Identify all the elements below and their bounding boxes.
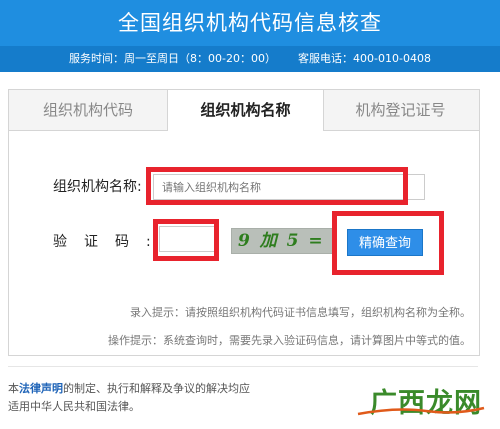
hotline: 客服电话：400-010-0408 xyxy=(298,52,431,65)
footer-divider xyxy=(8,366,478,367)
tab-bar: 组织机构代码 组织机构名称 机构登记证号 xyxy=(9,90,479,131)
legal-notice-line2: 适用中华人民共和国法律。 xyxy=(8,400,140,413)
legal-notice-line1: 本法律声明的制定、执行和解释及争议的解决均应 xyxy=(8,382,250,395)
page-title: 全国组织机构代码信息核查 xyxy=(118,11,382,35)
service-info-bar: 服务时间：周一至周日（8：00-20：00） 客服电话：400-010-0408 xyxy=(0,46,500,72)
operation-hint: 操作提示：系统查询时，需要先录入验证码信息，请计算图片中等式的值。 xyxy=(108,334,471,347)
legal-statement-link[interactable]: 法律声明 xyxy=(19,382,63,395)
input-hint: 录入提示：请按照组织机构代码证书信息填写，组织机构名称为全称。 xyxy=(130,306,471,319)
tab-registration-number[interactable]: 机构登记证号 xyxy=(322,90,479,130)
highlight-box-query-button xyxy=(332,211,444,275)
legal-notice: 本法律声明的制定、执行和解释及争议的解决均应 适用中华人民共和国法律。 xyxy=(8,380,250,416)
site-watermark: 广西龙网 xyxy=(356,381,492,419)
watermark-swoosh-icon xyxy=(357,406,485,416)
highlight-box-name-input xyxy=(146,167,408,205)
captcha-image[interactable]: 9 加 5 = ? xyxy=(231,228,335,254)
highlight-box-captcha-input xyxy=(153,219,219,261)
org-name-label: 组织机构名称: xyxy=(53,179,142,195)
service-hours: 服务时间：周一至周日（8：00-20：00） xyxy=(69,52,277,65)
captcha-label: 验证码: xyxy=(53,234,168,250)
tab-org-code[interactable]: 组织机构代码 xyxy=(9,90,167,130)
header-bar: 全国组织机构代码信息核查 xyxy=(0,0,500,46)
tab-org-name[interactable]: 组织机构名称 xyxy=(167,90,324,131)
